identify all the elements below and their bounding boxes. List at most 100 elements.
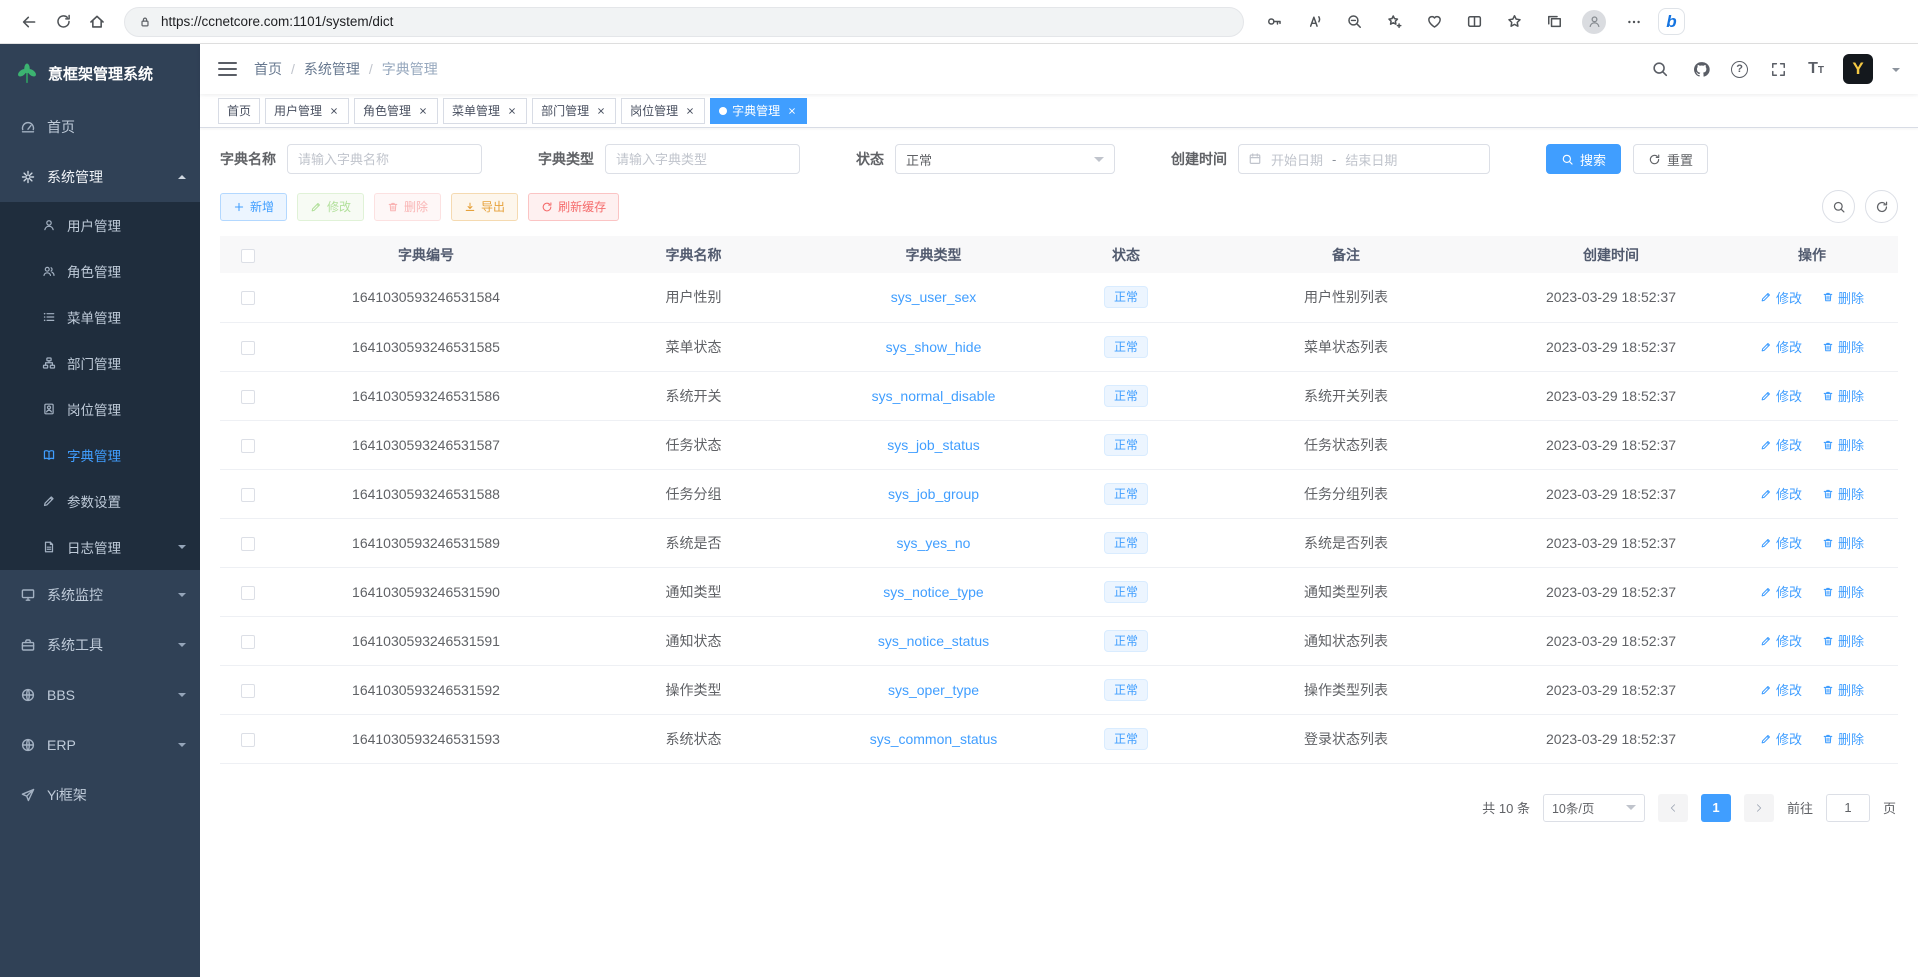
sidebar-item-posts[interactable]: 岗位管理 <box>0 386 200 432</box>
row-checkbox[interactable] <box>241 341 255 355</box>
sidebar-item-logs[interactable]: 日志管理 <box>0 524 200 570</box>
tab-roles[interactable]: 角色管理 <box>354 98 438 124</box>
page-number-current[interactable]: 1 <box>1701 794 1731 822</box>
edit-row-button[interactable]: 修改 <box>1760 484 1802 503</box>
close-tab-icon[interactable] <box>416 104 429 117</box>
breadcrumb-home[interactable]: 首页 <box>254 59 282 79</box>
tab-users[interactable]: 用户管理 <box>265 98 349 124</box>
sidebar-item-home[interactable]: 首页 <box>0 102 200 152</box>
close-tab-icon[interactable] <box>594 104 607 117</box>
refresh-cache-button[interactable]: 刷新缓存 <box>528 193 619 221</box>
edit-row-button[interactable]: 修改 <box>1760 435 1802 454</box>
edit-button[interactable]: 修改 <box>297 193 364 221</box>
tab-menus[interactable]: 菜单管理 <box>443 98 527 124</box>
delete-row-button[interactable]: 删除 <box>1822 288 1864 307</box>
search-button[interactable]: 搜索 <box>1546 144 1621 174</box>
dict-type-link[interactable]: sys_normal_disable <box>872 388 996 404</box>
tab-dict[interactable]: 字典管理 <box>710 98 807 124</box>
dict-type-link[interactable]: sys_job_group <box>888 486 979 502</box>
delete-row-button[interactable]: 删除 <box>1822 435 1864 454</box>
browser-essentials-icon[interactable] <box>1418 7 1450 37</box>
user-avatar[interactable] <box>1843 54 1873 84</box>
collections-icon[interactable] <box>1538 7 1570 37</box>
dict-type-link[interactable]: sys_notice_type <box>883 584 983 600</box>
next-page-button[interactable] <box>1744 794 1774 822</box>
browser-back-button[interactable] <box>12 5 46 39</box>
sidebar-item-users[interactable]: 用户管理 <box>0 202 200 248</box>
favorites-icon[interactable] <box>1498 7 1530 37</box>
sidebar-item-tools[interactable]: 系统工具 <box>0 620 200 670</box>
sidebar-item-system[interactable]: 系统管理 <box>0 152 200 202</box>
row-checkbox[interactable] <box>241 635 255 649</box>
header-search-icon[interactable] <box>1649 58 1671 80</box>
dict-type-link[interactable]: sys_show_hide <box>886 339 982 355</box>
sidebar-item-params[interactable]: 参数设置 <box>0 478 200 524</box>
breadcrumb-system[interactable]: 系统管理 <box>304 59 360 79</box>
delete-row-button[interactable]: 删除 <box>1822 631 1864 650</box>
edit-row-button[interactable]: 修改 <box>1760 631 1802 650</box>
export-button[interactable]: 导出 <box>451 193 518 221</box>
font-size-icon[interactable]: TT <box>1808 61 1824 77</box>
sidebar-item-monitor[interactable]: 系统监控 <box>0 570 200 620</box>
row-checkbox[interactable] <box>241 488 255 502</box>
browser-home-button[interactable] <box>80 5 114 39</box>
close-tab-icon[interactable] <box>505 104 518 117</box>
sidebar-item-bbs[interactable]: BBS <box>0 670 200 720</box>
delete-row-button[interactable]: 删除 <box>1822 729 1864 748</box>
edit-row-button[interactable]: 修改 <box>1760 288 1802 307</box>
close-tab-icon[interactable] <box>327 104 340 117</box>
row-checkbox[interactable] <box>241 733 255 747</box>
address-bar[interactable]: https://ccnetcore.com:1101/system/dict <box>124 7 1244 37</box>
fullscreen-icon[interactable] <box>1767 58 1789 80</box>
browser-refresh-button[interactable] <box>46 5 80 39</box>
edit-row-button[interactable]: 修改 <box>1760 533 1802 552</box>
tab-home[interactable]: 首页 <box>218 98 260 124</box>
dict-type-link[interactable]: sys_oper_type <box>888 682 979 698</box>
dict-type-link[interactable]: sys_notice_status <box>878 633 989 649</box>
tab-posts[interactable]: 岗位管理 <box>621 98 705 124</box>
edit-row-button[interactable]: 修改 <box>1760 729 1802 748</box>
add-favorite-icon[interactable] <box>1378 7 1410 37</box>
tab-departments[interactable]: 部门管理 <box>532 98 616 124</box>
page-size-select[interactable]: 10条/页 <box>1543 794 1645 822</box>
dict-type-link[interactable]: sys_common_status <box>870 731 998 747</box>
edit-row-button[interactable]: 修改 <box>1760 386 1802 405</box>
dict-type-input[interactable] <box>605 144 800 174</box>
row-checkbox[interactable] <box>241 586 255 600</box>
help-icon[interactable] <box>1731 61 1748 78</box>
select-all-checkbox[interactable] <box>241 249 255 263</box>
sidebar-item-roles[interactable]: 角色管理 <box>0 248 200 294</box>
browser-more-icon[interactable] <box>1618 7 1650 37</box>
dict-type-link[interactable]: sys_job_status <box>887 437 980 453</box>
delete-row-button[interactable]: 删除 <box>1822 386 1864 405</box>
profile-avatar[interactable] <box>1578 7 1610 37</box>
delete-row-button[interactable]: 删除 <box>1822 484 1864 503</box>
row-checkbox[interactable] <box>241 291 255 305</box>
row-checkbox[interactable] <box>241 439 255 453</box>
status-select[interactable]: 正常 <box>895 144 1115 174</box>
sidebar-item-departments[interactable]: 部门管理 <box>0 340 200 386</box>
sidebar-item-menus[interactable]: 菜单管理 <box>0 294 200 340</box>
bing-chat-icon[interactable] <box>1658 8 1685 35</box>
saved-password-key-icon[interactable] <box>1258 7 1290 37</box>
row-checkbox[interactable] <box>241 684 255 698</box>
edit-row-button[interactable]: 修改 <box>1760 337 1802 356</box>
reset-button[interactable]: 重置 <box>1633 144 1708 174</box>
toggle-search-button[interactable] <box>1822 190 1855 223</box>
sidebar-item-yi[interactable]: Yi框架 <box>0 770 200 820</box>
edit-row-button[interactable]: 修改 <box>1760 582 1802 601</box>
delete-row-button[interactable]: 删除 <box>1822 582 1864 601</box>
dict-type-link[interactable]: sys_user_sex <box>891 289 977 305</box>
close-tab-icon[interactable] <box>785 104 798 117</box>
close-tab-icon[interactable] <box>683 104 696 117</box>
github-icon[interactable] <box>1690 58 1712 80</box>
date-range-picker[interactable]: 开始日期 - 结束日期 <box>1238 144 1490 174</box>
read-aloud-icon[interactable] <box>1298 7 1330 37</box>
sidebar-item-erp[interactable]: ERP <box>0 720 200 770</box>
row-checkbox[interactable] <box>241 537 255 551</box>
row-checkbox[interactable] <box>241 390 255 404</box>
add-button[interactable]: 新增 <box>220 193 287 221</box>
goto-page-input[interactable] <box>1826 794 1870 822</box>
edit-row-button[interactable]: 修改 <box>1760 680 1802 699</box>
chevron-down-icon[interactable] <box>1892 68 1900 76</box>
